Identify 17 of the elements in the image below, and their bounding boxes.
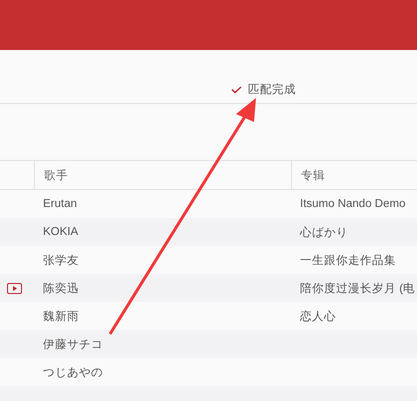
status-text: 匹配完成 — [248, 82, 296, 97]
play-icon[interactable] — [7, 282, 22, 294]
artist-cell-text: つじあやの — [43, 366, 103, 380]
album-cell-text: 心ばかり — [300, 225, 348, 240]
album-cell: Itsumo Nando Demo — [300, 198, 406, 210]
artist-cell-text: 陈奕迅 — [43, 281, 79, 296]
column-header[interactable]: 专辑 — [291, 161, 417, 189]
album-cell-text: 一生跟你走作品集 — [300, 254, 396, 268]
album-cell-text: 恋人心 — [300, 309, 336, 324]
artist-cell-text: 张学友 — [43, 254, 79, 268]
artist-cell: Erutan — [43, 198, 77, 210]
column-header[interactable]: 歌手 — [34, 161, 291, 189]
artist-cell-text: 魏新雨 — [43, 309, 79, 324]
check-icon — [231, 86, 242, 94]
artist-cell: KOKIA — [43, 226, 78, 238]
artist-cell-text: 伊藤サチコ — [43, 338, 103, 352]
album-cell-text: 陪你度过漫长岁月 (电 — [300, 282, 416, 296]
